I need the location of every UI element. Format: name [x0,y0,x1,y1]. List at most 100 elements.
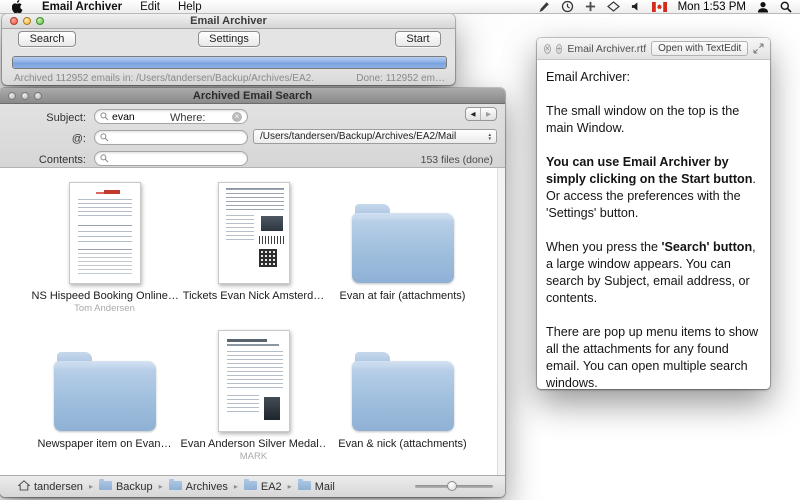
folder-small-icon [99,481,112,493]
path-item-ea2[interactable]: EA2 [244,481,282,493]
path-item-label: Backup [116,481,153,493]
slider-knob[interactable] [447,481,457,491]
file-item[interactable]: Evan at fair (attachments) [328,178,477,320]
volume-icon[interactable] [631,1,641,12]
subject-value: evan [112,111,135,123]
preview-titlebar[interactable]: × + Email Archiver.rtf Open with TextEdi… [537,38,770,60]
file-item-label: Evan Anderson Silver Medal… [181,438,327,450]
user-icon[interactable] [757,1,769,13]
back-icon[interactable]: ◀ [466,108,481,120]
icon-size-slider[interactable] [415,482,493,490]
files-count: 153 files (done) [421,154,493,166]
close-icon[interactable]: × [544,44,551,54]
path-item-mail[interactable]: Mail [298,481,335,493]
folder-small-icon [298,481,311,493]
forward-icon[interactable]: ▶ [481,108,496,120]
paragraph: Email Archiver: [546,69,761,86]
apple-menu-icon[interactable] [12,0,23,13]
clear-icon[interactable]: × [232,112,242,122]
desktop: Email ArchiverEditHelp Mon 1:53 PM Email… [0,0,800,500]
preview-text: Email Archiver: The small window on the t… [537,60,770,392]
minimize-button[interactable] [23,17,31,25]
path-separator-icon: ▸ [288,482,292,491]
zoom-button[interactable] [36,17,44,25]
at-label: @: [0,133,86,145]
menubar-clock[interactable]: Mon 1:53 PM [678,1,746,13]
preview-title: Email Archiver.rtf [567,43,646,55]
file-item-label: Evan at fair (attachments) [340,290,466,302]
paragraph: There are pop up menu items to show all … [546,324,761,392]
popup-stepper-icon: ▲▼ [487,133,493,140]
preview-window: × + Email Archiver.rtf Open with TextEdi… [537,38,770,389]
main-window-title: Email Archiver [2,15,455,27]
path-item-label: Mail [315,481,335,493]
close-button[interactable] [10,17,18,25]
paragraph: When you press the 'Search' button, a la… [546,239,761,307]
close-button[interactable] [8,92,16,100]
address-field[interactable] [94,130,248,145]
path-item-backup[interactable]: Backup [99,481,153,493]
search-window: Archived Email Search Subject: evan × @:… [0,88,505,497]
archive-status-text: Archived 112952 emails in: /Users/tander… [14,73,314,84]
file-item[interactable]: Newspaper item on Evan… [30,326,179,468]
file-item[interactable]: Evan Anderson Silver Medal…MARK [179,326,328,468]
search-window-titlebar[interactable]: Archived Email Search [0,88,505,104]
open-with-textedit-button[interactable]: Open with TextEdit [651,41,748,56]
zoom-button[interactable] [34,92,42,100]
search-icon [100,112,109,121]
file-item-label: Evan & nick (attachments) [338,438,466,450]
home-icon [18,480,30,494]
search-icon [100,133,109,142]
path-item-label: Archives [186,481,228,493]
paragraph: The small window on the top is the main … [546,103,761,137]
contents-label: Contents: [0,154,86,166]
pen-icon[interactable] [538,1,550,13]
path-separator-icon: ▸ [89,482,93,491]
main-window-titlebar[interactable]: Email Archiver [2,14,455,29]
fullscreen-icon[interactable] [753,43,764,54]
spotlight-icon[interactable] [780,1,792,13]
where-label: Where: [170,112,230,124]
search-window-title: Archived Email Search [0,90,505,102]
search-button[interactable]: Search [18,31,76,47]
results-area: NS Hispeed Booking Online…Tom AndersenTi… [0,168,505,475]
progress-bar [12,56,447,69]
file-item[interactable]: Tickets Evan Nick Amsterd… [179,178,328,320]
where-value: /Users/tandersen/Backup/Archives/EA2/Mai… [260,131,456,142]
folder-icon [328,178,477,286]
settings-button[interactable]: Settings [198,31,260,47]
document-icon [179,178,328,286]
breadcrumb: tandersen ▸ Backup ▸ Archives ▸ EA2 ▸ Mail [18,480,335,494]
file-item[interactable]: NS Hispeed Booking Online…Tom Andersen [30,178,179,320]
minimize-button[interactable] [21,92,29,100]
spaces-icon[interactable] [607,1,620,12]
contents-field[interactable] [94,151,248,166]
path-separator-icon: ▸ [159,482,163,491]
menu-items: Email ArchiverEditHelp [33,1,211,13]
file-item-sublabel: Tom Andersen [74,303,135,314]
file-item[interactable]: Evan & nick (attachments) [328,326,477,468]
accessibility-icon[interactable] [585,1,596,12]
scrollbar[interactable] [497,168,505,475]
add-icon[interactable]: + [556,44,563,54]
path-bar: tandersen ▸ Backup ▸ Archives ▸ EA2 ▸ Mail [0,475,505,497]
path-item-label: EA2 [261,481,282,493]
folder-icon [30,326,179,434]
start-button[interactable]: Start [395,31,441,47]
file-grid: NS Hispeed Booking Online…Tom AndersenTi… [0,168,505,468]
document-icon [179,326,328,434]
path-separator-icon: ▸ [234,482,238,491]
where-popup[interactable]: /Users/tandersen/Backup/Archives/EA2/Mai… [253,129,497,144]
menu-email-archiver[interactable]: Email Archiver [33,1,131,13]
path-item-tandersen[interactable]: tandersen [18,480,83,494]
flag-canada-icon[interactable] [652,2,667,12]
menu-help[interactable]: Help [169,1,211,13]
document-icon [30,178,179,286]
menu-bar: Email ArchiverEditHelp Mon 1:53 PM [0,0,800,14]
path-item-archives[interactable]: Archives [169,481,228,493]
folder-icon [328,326,477,434]
timemachine-icon[interactable] [561,0,574,13]
path-item-label: tandersen [34,481,83,493]
menu-edit[interactable]: Edit [131,1,169,13]
file-item-label: Newspaper item on Evan… [38,438,172,450]
